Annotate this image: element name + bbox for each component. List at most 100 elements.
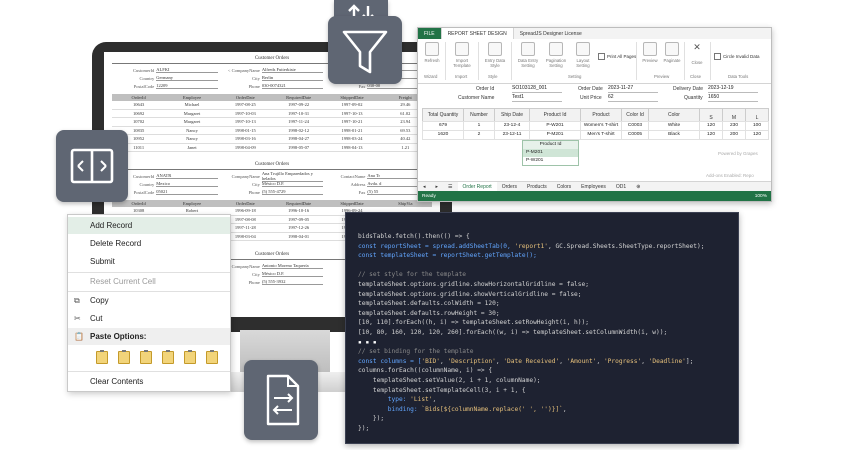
menu-item-label: Add Record [90,221,133,230]
order-cell: 1997-10-21 [341,119,363,125]
preview-button[interactable]: Preview [639,42,661,63]
order-row: 10835 Nancy 1998-01-15 1998-02-12 1998-01-21… [112,127,432,135]
grid-cell[interactable]: 1620 [422,130,464,140]
grid-cell[interactable]: Men's T-shirt [580,130,622,140]
code-token: templateSheet.defaults.rowHeight = 30; [358,309,500,317]
tab-designer-license[interactable]: SpreadJS Designer License [514,31,588,37]
unit-price-field[interactable]: 62 [608,94,658,102]
entry-data-style-button[interactable]: Entry Data Style [481,42,509,68]
quantity-field[interactable]: 1650 [708,94,758,102]
column-header[interactable]: Product [580,108,622,122]
spreadsheet-window: FILE REPORT SHEET DESIGN SpreadJS Design… [417,27,772,202]
code-token: 'Date Received' [503,357,560,365]
grid-cell[interactable]: P-M201 [529,130,581,140]
code-line: templateSheet.options.gridline.showHoriz… [358,281,589,288]
order-column-header: OrderId [131,95,146,100]
filter-tile [328,16,402,84]
grid-cell[interactable]: 23-12-11 [494,130,530,140]
grid-cell[interactable]: Black [648,130,700,140]
grid-cell[interactable]: 200 [722,130,746,140]
pagination-setting-button[interactable]: Pagination Setting [542,42,570,68]
circle-invalid-data-checkbox[interactable]: Circle Invalid Data [714,53,760,60]
code-token: type: [358,396,411,404]
menu-item-add-record[interactable]: Add Record [68,217,230,234]
paste-values-icon[interactable] [140,350,152,364]
import-template-button[interactable]: Import Template [448,42,476,68]
order-cell: Nancy [186,136,198,142]
column-header[interactable]: M [722,108,746,122]
code-line: const columns = ['BID', 'Description', '… [358,358,693,365]
order-cell: 1998-02-12 [288,127,310,133]
data-entry-setting-button[interactable]: Data Entry Setting [514,42,542,68]
form-field-key: CompanyName [231,173,260,179]
paste-formatting-icon[interactable] [162,350,174,364]
layout-setting-button[interactable]: Layout Setting [570,42,596,68]
order-id-label: Order Id [476,86,495,92]
grid-cell[interactable]: 120 [745,130,769,140]
order-date-field[interactable]: 2023-11-27 [608,85,658,93]
code-line: [10, 80, 160, 120, 120, 260].forEach((w,… [358,329,667,336]
column-header[interactable]: Color Id [621,108,649,122]
zoom-level[interactable]: 100% [755,194,771,199]
checkbox-box [714,53,721,60]
paste-values-formatting-icon[interactable] [184,350,196,364]
code-line: type: 'List', [358,396,436,403]
order-cell: 1998-04-01 [288,233,310,239]
ribbon-divider [478,42,479,80]
order-column-header: Employee [182,201,202,206]
code-line: [10, 110].forEach((h, i) => templateShee… [358,319,589,326]
grid-cell[interactable]: 2 [463,130,495,140]
grid-cell[interactable]: C0005 [621,130,649,140]
form-field-value: Antonio Moreno Taquería [261,263,324,269]
order-cell: 1998-01-15 [234,127,256,133]
layout-setting-label: Layout Setting [576,58,590,68]
form-field: Phone (5) 555-3932 [218,278,324,286]
code-line: columns.forEach((columnName, i) => { [358,367,492,374]
code-token: }); [358,425,370,432]
order-cell: 1997-08-25 [234,102,256,108]
tab-file[interactable]: FILE [418,28,441,39]
paginate-button[interactable]: Paginate [661,42,683,63]
grid-cell[interactable]: 120 [699,130,723,140]
print-all-pages-label: Print All Pages [607,54,637,59]
status-bar: Ready 100% [418,191,771,201]
column-header[interactable]: Ship Date [494,108,530,122]
preview-icon [643,42,657,56]
paste-all-icon[interactable] [96,350,108,364]
refresh-button[interactable]: Refresh [421,42,443,63]
preview-label: Preview [642,58,658,63]
code-line: const reportSheet = spread.addSheetTab(0… [358,243,704,250]
form-field-value: ALFKI [156,67,218,73]
form-field-key: < CompanyName [227,67,260,73]
column-header[interactable]: S [699,108,723,122]
column-header[interactable]: Color [648,108,700,122]
menu-item-cut[interactable]: ✂ Cut [68,310,230,327]
delivery-date-field[interactable]: 2023-12-19 [708,85,758,93]
print-all-pages-checkbox[interactable]: Print All Pages [598,53,636,60]
column-header[interactable]: L [745,108,769,122]
close-button[interactable]: ✕ Close [686,42,708,66]
order-cell: Janet [187,144,197,150]
order-id-field[interactable]: SO103128_001 [512,85,562,93]
code-token: templateSheet.options.gridline.showVerti… [358,290,582,298]
product-id-dropdown[interactable]: Product Id P-M201 P-W201 [522,140,579,166]
column-header[interactable]: Total Quantity [422,108,464,122]
form-field-key: Phone [248,189,260,195]
tab-report-sheet-design[interactable]: REPORT SHEET DESIGN [440,28,514,39]
menu-item-label: Paste Options: [90,332,147,341]
menu-item-clear-contents[interactable]: Clear Contents [68,373,230,390]
dropdown-option[interactable]: P-M201 [523,149,578,157]
menu-item-delete-record[interactable]: Delete Record [68,235,230,252]
menu-item-submit[interactable]: Submit [68,253,230,270]
dropdown-option[interactable]: P-W201 [523,157,578,165]
ribbon-divider [684,42,685,80]
order-column-header: OrderDate [235,95,255,100]
column-header[interactable]: Product Id [529,108,581,122]
paste-formulas-formatting-icon[interactable] [206,350,218,364]
paste-formulas-icon[interactable] [118,350,130,364]
menu-item-copy[interactable]: ⧉ Copy [68,292,230,309]
column-header[interactable]: Number [463,108,495,122]
customer-name-field[interactable]: Test1 [512,94,562,102]
form-field: Country Germany [112,74,218,82]
circle-invalid-data-label: Circle Invalid Data [723,54,760,59]
